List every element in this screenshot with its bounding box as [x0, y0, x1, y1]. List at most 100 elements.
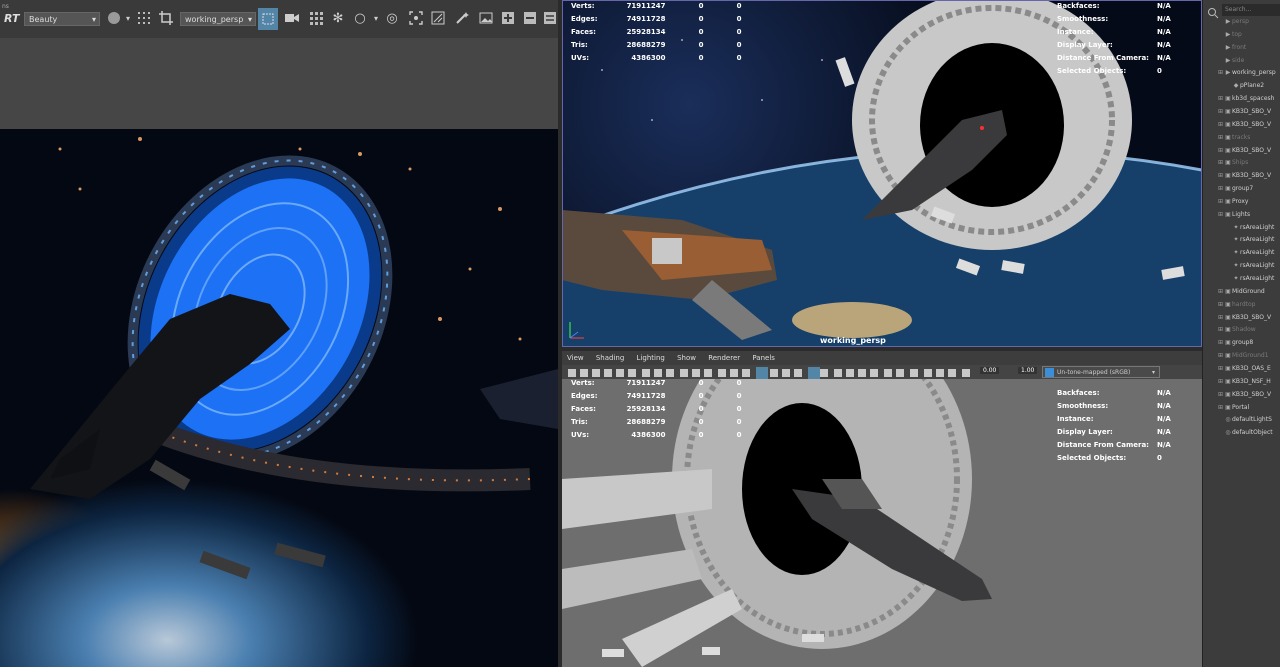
camera-dropdown[interactable]: working_persp ▾ [180, 12, 256, 26]
image-icon[interactable] [478, 11, 494, 27]
stats-label: Edges: [571, 392, 598, 400]
menu-renderer[interactable]: Renderer [708, 354, 740, 362]
chevron-down-icon[interactable]: ▾ [368, 11, 384, 27]
info-row: Selected Objects: 0 [1057, 452, 1179, 465]
info-label: Smoothness: [1057, 402, 1109, 410]
circle-icon[interactable]: ○ [352, 11, 368, 27]
stats-row: Tris: 28688279 0 0 [571, 39, 750, 52]
outliner-item[interactable]: ⊞ ▣KB3D_SBO_V [1218, 145, 1280, 157]
outliner-item[interactable]: ⊞ ▣KB3D_SBO_V [1218, 119, 1280, 131]
remove-snapshot-icon[interactable] [522, 11, 538, 27]
outliner-item[interactable]: ◎defaultLightS [1218, 414, 1280, 426]
wand-icon[interactable] [454, 11, 470, 27]
stats-label: Tris: [571, 41, 588, 49]
camera-icon: ▶ [1225, 69, 1231, 77]
outliner-item[interactable]: ⊞ ▣Ships [1218, 157, 1280, 169]
outliner-item[interactable]: ✦rsAreaLight [1218, 273, 1280, 285]
stats-value: 71911247 [626, 2, 666, 10]
group-icon: ▣ [1225, 287, 1231, 295]
info-value: N/A [1156, 41, 1171, 49]
outliner-item[interactable]: ▶ persp [1218, 16, 1280, 28]
stats-label: Tris: [571, 418, 588, 426]
outliner-item[interactable]: ⊞ ▣kb3d_spacesh [1218, 93, 1280, 105]
group-icon: ▣ [1225, 390, 1231, 398]
render-layer-value: Beauty [29, 15, 58, 24]
near-clip-field[interactable]: 0.00 [980, 367, 1000, 374]
remove-all-icon[interactable] [542, 11, 558, 27]
menu-show[interactable]: Show [677, 354, 696, 362]
outliner-item-label: pPlane2 [1240, 82, 1265, 90]
outliner-item[interactable]: ⊞ ▣KB3D_SBO_V [1218, 170, 1280, 182]
viewport-camera-label: working_persp [820, 336, 886, 345]
stats-value: 4386300 [631, 54, 666, 62]
outliner-item[interactable]: ⊞ ▣Shadow [1218, 324, 1280, 336]
poly-count-table: Verts: 71911247 0 0 Edges: 74911728 0 0 Faces:… [571, 377, 750, 442]
outliner-item[interactable]: ⊞ ▣Portal [1218, 402, 1280, 414]
outliner-search-input[interactable]: Search... [1222, 4, 1280, 16]
group-icon: ▣ [1225, 172, 1231, 180]
menu-lighting[interactable]: Lighting [637, 354, 665, 362]
grid-view-icon[interactable] [308, 11, 324, 27]
stats-value: 0 [736, 379, 742, 387]
stats-row: UVs: 4386300 0 0 [571, 429, 750, 442]
render-layer-dropdown[interactable]: Beauty ▾ [24, 12, 100, 26]
stats-label: UVs: [571, 431, 590, 439]
outliner-item[interactable]: ⊞ ▣tracks [1218, 132, 1280, 144]
group-icon: ▣ [1225, 377, 1231, 385]
outliner-item[interactable]: ✦rsAreaLight [1218, 247, 1280, 259]
snowflake-icon[interactable]: ✻ [330, 11, 346, 27]
outliner-item-label: rsAreaLight [1240, 236, 1275, 244]
outliner-item-label: rsAreaLight [1240, 249, 1275, 257]
light-icon: ✦ [1233, 262, 1239, 270]
outliner-item[interactable]: ⊞ ▣KB3D_SBO_V [1218, 106, 1280, 118]
outliner-item[interactable]: ⊞ ▣group7 [1218, 183, 1280, 195]
outliner-item[interactable]: ▶ side [1218, 55, 1280, 67]
outliner-item[interactable]: ⊞ ▣KB3D_NSF_H [1218, 376, 1280, 388]
grid-icon[interactable] [136, 11, 152, 27]
outliner-item[interactable]: ⊞ ▣MidGround [1218, 286, 1280, 298]
outliner-item[interactable]: ◆ pPlane2 [1218, 80, 1280, 92]
video-camera-icon[interactable] [284, 11, 300, 27]
menu-panels[interactable]: Panels [752, 354, 775, 362]
outliner-item[interactable]: ✦rsAreaLight [1218, 260, 1280, 272]
outliner-item[interactable]: ◎defaultObject [1218, 427, 1280, 439]
chevron-down-icon[interactable]: ▾ [120, 11, 136, 27]
add-snapshot-icon[interactable] [500, 11, 516, 27]
group-icon: ▣ [1225, 107, 1231, 115]
aov-icon[interactable] [430, 11, 446, 27]
search-icon[interactable] [1207, 4, 1219, 19]
outliner-item-label: MidGround [1232, 287, 1265, 295]
outliner-item[interactable]: ⊞ ▣hardtop [1218, 299, 1280, 311]
outliner-item[interactable]: ⊞ ▣Proxy [1218, 196, 1280, 208]
stats-value: 0 [736, 54, 742, 62]
outliner-item[interactable]: ⊞ ▶ working_persp [1218, 67, 1280, 79]
outliner-item[interactable]: ✦rsAreaLight [1218, 222, 1280, 234]
far-clip-field[interactable]: 1.00 [1018, 367, 1038, 374]
tone-map-dropdown[interactable]: Un-tone-mapped (sRGB) ▾ [1042, 366, 1160, 378]
render-region-icon[interactable] [258, 8, 278, 30]
outliner-item-label: KB3D_NSF_H [1232, 377, 1271, 385]
outliner-item[interactable]: ⊞ ▣MidGround1 [1218, 350, 1280, 362]
outliner-item[interactable]: ⊞ ▣Lights [1218, 209, 1280, 221]
outliner-item-label: Shadow [1232, 326, 1256, 334]
outliner-item[interactable]: ⊞ ▣KB3D_SBO_V [1218, 389, 1280, 401]
outliner-item[interactable]: ⊞ ▣KB3D_OAS_E [1218, 363, 1280, 375]
outliner-item[interactable]: ⊞ ▣group8 [1218, 337, 1280, 349]
menu-view[interactable]: View [567, 354, 584, 362]
group-icon: ▣ [1225, 210, 1231, 218]
menu-shading[interactable]: Shading [596, 354, 624, 362]
stats-value: 0 [698, 431, 704, 439]
camera-icon: ▶ [1225, 43, 1231, 51]
stats-value: 0 [698, 418, 704, 426]
outliner-item[interactable]: ▶ top [1218, 29, 1280, 41]
focus-icon[interactable] [408, 11, 424, 27]
target-icon[interactable]: ◎ [384, 11, 400, 27]
crop-icon[interactable] [158, 11, 174, 27]
stats-value: 74911728 [626, 392, 666, 400]
outliner-item[interactable]: ▶ front [1218, 42, 1280, 54]
outliner-item[interactable]: ⊞ ▣KB3D_SBO_V [1218, 312, 1280, 324]
group-icon: ▣ [1225, 352, 1231, 360]
info-label: Instance: [1057, 415, 1094, 423]
outliner-item-label: KB3D_SBO_V [1232, 172, 1272, 180]
outliner-item[interactable]: ✦rsAreaLight [1218, 234, 1280, 246]
